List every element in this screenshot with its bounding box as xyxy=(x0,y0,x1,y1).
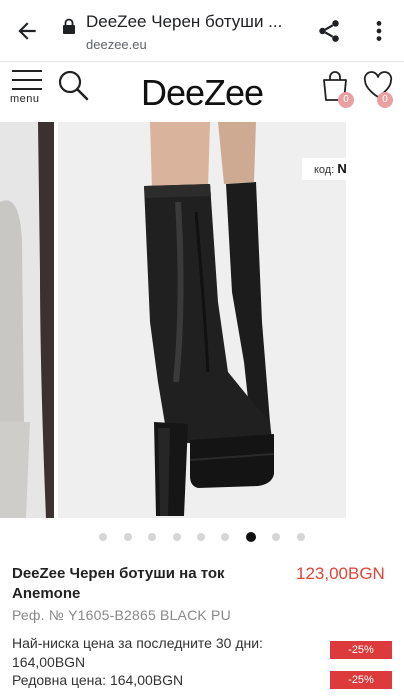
wishlist-count-badge: 0 xyxy=(377,92,393,108)
discount-badge: -25% xyxy=(330,671,392,689)
product-gallery[interactable]: код: NIGHT xyxy=(0,122,404,518)
gallery-dot-active[interactable] xyxy=(245,531,256,542)
gallery-pagination xyxy=(0,528,404,542)
regular-price: Редовна цена: 164,00BGN xyxy=(12,672,184,688)
gallery-dot[interactable] xyxy=(148,532,157,541)
menu-label: menu xyxy=(10,93,40,105)
page-url[interactable]: deezee.eu xyxy=(86,37,147,52)
discount-badge: -25% xyxy=(330,641,392,659)
browser-toolbar: DeeZee Черен ботуши ... deezee.eu xyxy=(0,0,404,62)
wishlist-button[interactable]: 0 xyxy=(360,68,398,112)
search-icon[interactable] xyxy=(56,68,92,104)
black-knee-boot-image xyxy=(58,122,346,518)
gallery-dot[interactable] xyxy=(221,532,230,541)
cart-count-badge: 0 xyxy=(338,92,354,108)
site-header: menu DeeZee 0 0 xyxy=(0,62,404,122)
gallery-dot[interactable] xyxy=(296,532,305,541)
back-arrow-icon[interactable] xyxy=(14,18,40,44)
gallery-dot[interactable] xyxy=(99,532,108,541)
code-label: код: xyxy=(314,164,335,176)
more-options-icon[interactable] xyxy=(366,18,392,44)
gallery-dot[interactable] xyxy=(172,532,181,541)
product-info: DeeZee Черен ботуши на ток Anemone 123,0… xyxy=(0,560,404,699)
site-logo[interactable]: DeeZee xyxy=(132,72,272,114)
code-value: NIGHT xyxy=(337,161,346,176)
page-title[interactable]: DeeZee Черен ботуши ... xyxy=(86,12,296,32)
main-product-image[interactable]: код: NIGHT xyxy=(58,122,346,518)
gallery-dot[interactable] xyxy=(272,532,281,541)
product-name: DeeZee Черен ботуши на ток Anemone xyxy=(12,565,225,602)
next-product-image[interactable] xyxy=(350,122,404,518)
gallery-dot[interactable] xyxy=(197,532,205,541)
product-code-tag: код: NIGHT xyxy=(302,158,346,180)
gallery-dot[interactable] xyxy=(123,532,132,541)
model-legs-image xyxy=(0,122,54,518)
menu-button[interactable]: menu xyxy=(10,68,46,110)
previous-product-image[interactable] xyxy=(0,122,54,518)
lock-icon xyxy=(63,18,75,34)
product-price: 123,00BGN xyxy=(296,564,385,583)
product-reference: Реф. № Y1605-B2865 BLACK PU xyxy=(12,607,231,623)
share-icon[interactable] xyxy=(316,18,342,44)
lowest-price-30-days: Най-ниска цена за последните 30 дни: 164… xyxy=(12,635,263,670)
cart-button[interactable]: 0 xyxy=(318,68,356,112)
